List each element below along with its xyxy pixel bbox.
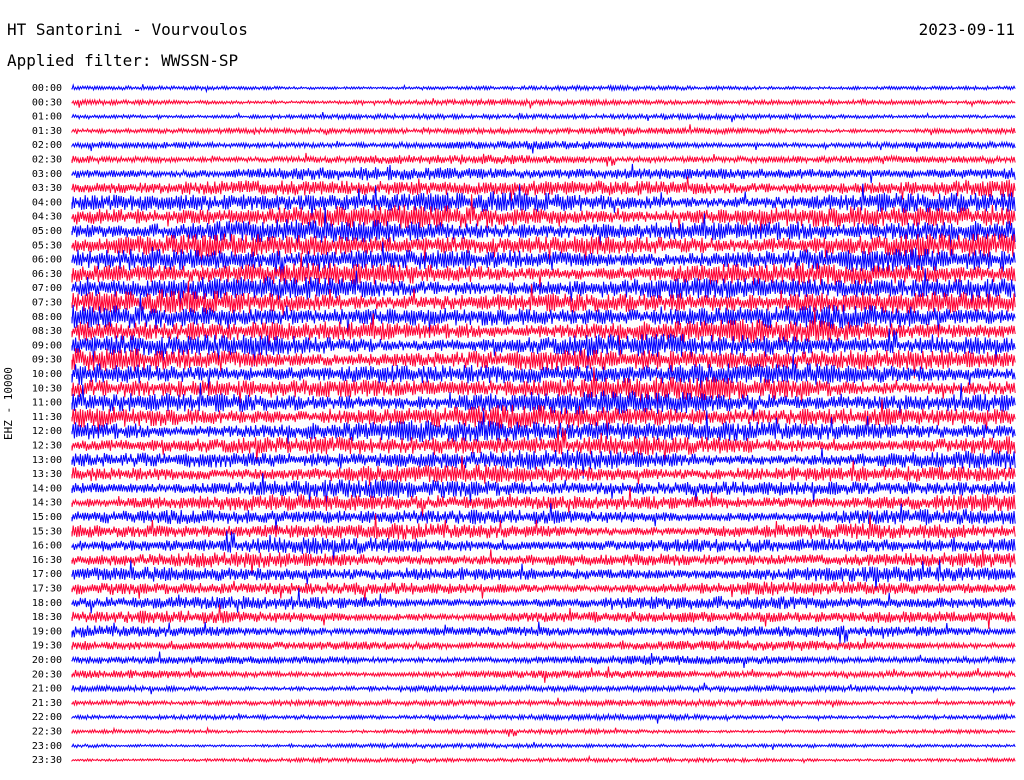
time-label: 23:00 — [32, 741, 62, 752]
time-label: 03:30 — [32, 183, 62, 194]
time-label: 06:00 — [32, 255, 62, 266]
time-label: 05:00 — [32, 226, 62, 237]
time-label: 20:00 — [32, 655, 62, 666]
seismic-trace — [71, 152, 1016, 167]
time-label: 22:00 — [32, 712, 62, 723]
seismic-trace — [71, 712, 1016, 724]
time-label: 08:00 — [32, 312, 62, 323]
time-label: 03:00 — [32, 169, 62, 180]
time-label: 17:30 — [32, 584, 62, 595]
time-label: 13:30 — [32, 469, 62, 480]
seismic-trace — [71, 163, 1016, 184]
time-label: 05:30 — [32, 240, 62, 251]
time-label: 10:00 — [32, 369, 62, 380]
seismic-trace — [71, 666, 1016, 683]
seismic-trace — [71, 604, 1016, 630]
time-label: 01:30 — [32, 126, 62, 137]
time-label: 20:30 — [32, 669, 62, 680]
time-label: 11:30 — [32, 412, 62, 423]
seismic-trace — [71, 176, 1016, 202]
time-label: 14:30 — [32, 498, 62, 509]
seismic-trace — [71, 124, 1016, 137]
time-label: 19:00 — [32, 626, 62, 637]
seismic-trace — [71, 651, 1016, 668]
time-label: 09:00 — [32, 340, 62, 351]
time-label: 01:00 — [32, 112, 62, 123]
time-label: 19:30 — [32, 641, 62, 652]
seismic-trace — [71, 139, 1016, 154]
time-label: 02:30 — [32, 155, 62, 166]
time-label: 18:00 — [32, 598, 62, 609]
time-label: 17:00 — [32, 569, 62, 580]
seismic-trace — [71, 621, 1016, 644]
time-label: 09:30 — [32, 355, 62, 366]
seismic-trace — [71, 741, 1016, 750]
time-label: 08:30 — [32, 326, 62, 337]
time-label: 18:30 — [32, 612, 62, 623]
seismic-trace — [71, 697, 1016, 709]
seismic-trace — [71, 754, 1016, 765]
time-label: 04:30 — [32, 212, 62, 223]
time-label: 12:00 — [32, 426, 62, 437]
seismic-trace — [71, 682, 1016, 695]
time-label: 12:30 — [32, 441, 62, 452]
time-label: 16:00 — [32, 541, 62, 552]
time-label: 14:00 — [32, 483, 62, 494]
seismic-trace — [71, 637, 1016, 651]
time-label: 16:30 — [32, 555, 62, 566]
time-label: 15:00 — [32, 512, 62, 523]
helicorder-plot: 00:00 00:30 01:00 01:30 02:00 02:30 03:00 03:30… — [32, 83, 1016, 766]
time-label: 07:00 — [32, 283, 62, 294]
seismic-trace — [71, 580, 1016, 602]
time-label: 06:30 — [32, 269, 62, 280]
time-label: 04:00 — [32, 197, 62, 208]
seismic-trace — [71, 97, 1016, 109]
time-label: 22:30 — [32, 727, 62, 738]
time-label: 02:00 — [32, 140, 62, 151]
seismic-trace — [71, 726, 1016, 737]
seismic-trace — [71, 83, 1016, 94]
time-label: 13:00 — [32, 455, 62, 466]
time-label: 21:00 — [32, 684, 62, 695]
time-label: 21:30 — [32, 698, 62, 709]
time-label: 00:30 — [32, 97, 62, 108]
time-label: 10:30 — [32, 383, 62, 394]
time-label: 11:00 — [32, 398, 62, 409]
time-label: 07:30 — [32, 298, 62, 309]
time-label: 15:30 — [32, 526, 62, 537]
seismic-trace — [71, 111, 1016, 123]
time-label: 00:00 — [32, 83, 62, 94]
time-label: 23:30 — [32, 755, 62, 766]
